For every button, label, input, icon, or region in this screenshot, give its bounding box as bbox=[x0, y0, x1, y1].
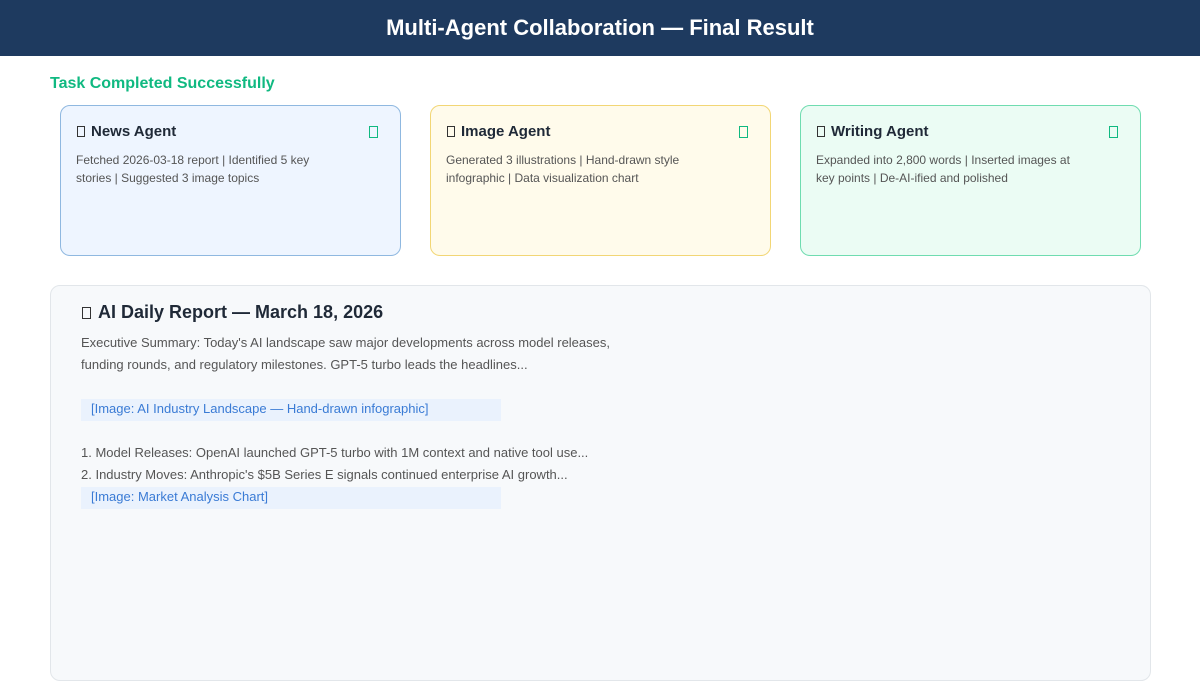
news-agent-card: News Agent Fetched 2026-03-18 report | I… bbox=[60, 105, 401, 256]
news-agent-header: News Agent bbox=[76, 122, 385, 140]
image-agent-title: Image Agent bbox=[461, 122, 551, 140]
image-placeholder-market-chart[interactable]: [Image: Market Analysis Chart] bbox=[81, 487, 501, 509]
report-header: AI Daily Report — March 18, 2026 bbox=[81, 302, 383, 323]
agent-icon bbox=[447, 125, 455, 137]
image-agent-header: Image Agent bbox=[446, 122, 755, 140]
news-agent-description: Fetched 2026-03-18 report | Identified 5… bbox=[76, 153, 310, 185]
writing-agent-header: Writing Agent bbox=[816, 122, 1125, 140]
report-item-industry-moves: 2. Industry Moves: Anthropic's $5B Serie… bbox=[81, 467, 568, 482]
page-title: Multi-Agent Collaboration — Final Result bbox=[386, 15, 814, 40]
image-agent-description: Generated 3 illustrations | Hand-drawn s… bbox=[446, 153, 680, 185]
document-icon bbox=[82, 306, 91, 319]
status-message: Task Completed Successfully bbox=[50, 75, 275, 92]
report-summary: Executive Summary: Today's AI landscape … bbox=[81, 335, 610, 372]
image-placeholder-landscape[interactable]: [Image: AI Industry Landscape — Hand-dra… bbox=[81, 399, 501, 421]
page-header: Multi-Agent Collaboration — Final Result bbox=[0, 0, 1200, 56]
writing-agent-description: Expanded into 2,800 words | Inserted ima… bbox=[816, 153, 1070, 185]
report-title: AI Daily Report — March 18, 2026 bbox=[98, 302, 384, 322]
report-item-model-releases: 1. Model Releases: OpenAI launched GPT-5… bbox=[81, 445, 589, 460]
agent-icon bbox=[817, 125, 825, 137]
agent-icon bbox=[77, 125, 85, 137]
check-icon bbox=[739, 126, 748, 138]
writing-agent-card: Writing Agent Expanded into 2,800 words … bbox=[800, 105, 1141, 256]
check-icon bbox=[369, 126, 378, 138]
news-agent-title: News Agent bbox=[91, 122, 177, 140]
writing-agent-title: Writing Agent bbox=[831, 122, 929, 140]
image-agent-card: Image Agent Generated 3 illustrations | … bbox=[430, 105, 771, 256]
report-panel: AI Daily Report — March 18, 2026 Executi… bbox=[50, 285, 1151, 681]
check-icon bbox=[1109, 126, 1118, 138]
